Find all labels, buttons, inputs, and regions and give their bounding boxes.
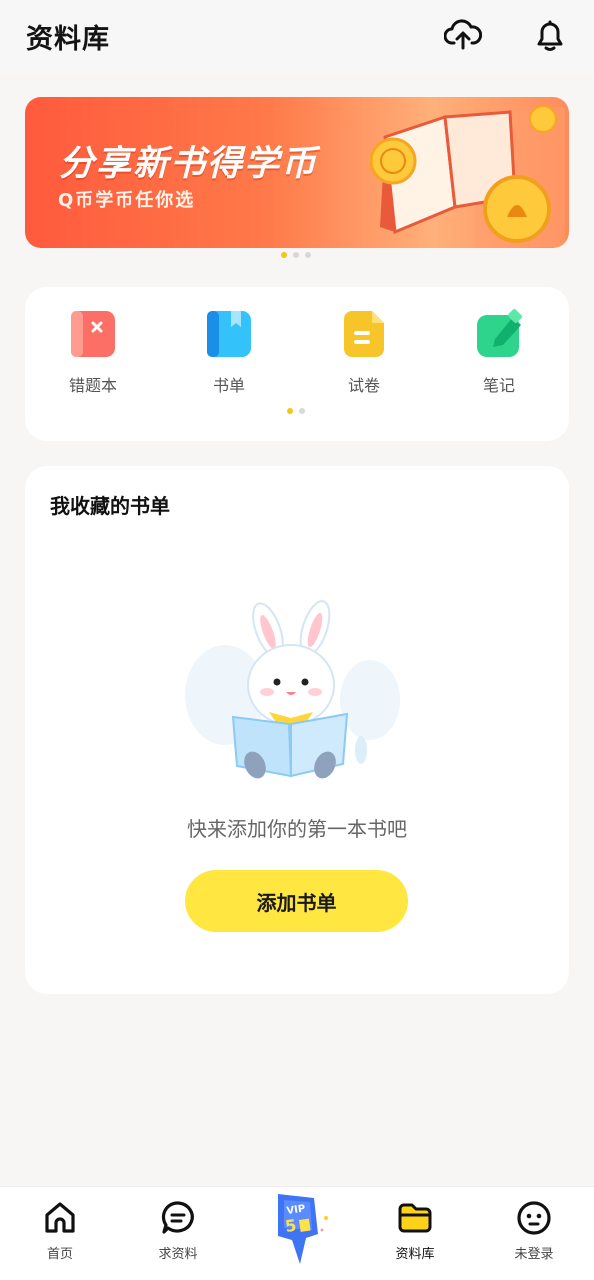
add-book-list-button[interactable]: 添加书单 xyxy=(185,870,408,932)
rabbit-reading-illustration xyxy=(185,600,400,779)
tab-library[interactable]: 资料库 xyxy=(375,1199,455,1262)
quick-item-book-list[interactable]: 书单 xyxy=(179,309,279,396)
tab-label: 首页 xyxy=(46,1247,73,1262)
tab-label: 资料库 xyxy=(395,1247,435,1262)
home-icon xyxy=(41,1199,79,1237)
tab-label: 求资料 xyxy=(158,1247,198,1262)
banner-subtitle: Q币学币任你选 xyxy=(58,190,196,211)
quick-item-note[interactable]: 笔记 xyxy=(449,309,549,396)
banner-dot-2[interactable] xyxy=(293,252,299,258)
exam-paper-icon xyxy=(340,309,388,361)
tab-label: 未登录 xyxy=(514,1247,554,1262)
quick-dot-1[interactable] xyxy=(287,408,293,414)
note-icon xyxy=(475,309,523,361)
banner-book-coins-illustration xyxy=(369,105,565,247)
quick-item-label: 错题本 xyxy=(68,376,117,395)
book-list-icon xyxy=(205,309,253,361)
quick-access-pagination xyxy=(287,408,305,414)
quick-access-card: 错题本 书单 试卷 笔记 xyxy=(25,287,569,441)
empty-state-text: 快来添加你的第一本书吧 xyxy=(187,817,407,841)
top-bar: 资料库 xyxy=(0,0,594,74)
quick-item-label: 笔记 xyxy=(482,376,515,395)
section-title: 我收藏的书单 xyxy=(50,494,170,518)
folder-icon xyxy=(396,1199,434,1237)
mistake-book-icon xyxy=(69,309,117,361)
quick-dot-2[interactable] xyxy=(299,408,305,414)
quick-item-label: 试卷 xyxy=(347,376,380,395)
quick-item-label: 书单 xyxy=(212,376,245,395)
tab-request-materials[interactable]: 求资料 xyxy=(138,1199,218,1262)
tab-home[interactable]: 首页 xyxy=(20,1199,100,1262)
page-title: 资料库 xyxy=(26,24,110,55)
cloud-upload-icon[interactable] xyxy=(443,16,483,54)
banner-dot-3[interactable] xyxy=(305,252,311,258)
tab-not-logged-in[interactable]: 未登录 xyxy=(494,1199,574,1262)
my-collected-book-lists-card: 我收藏的书单 快来添加你的第一本书吧 添加书单 xyxy=(25,466,569,994)
bell-icon[interactable] xyxy=(531,16,569,54)
vip-discount-icon[interactable]: VIP 5 xyxy=(270,1190,334,1274)
promo-banner[interactable]: 分享新书得学币 Q币学币任你选 xyxy=(25,97,569,248)
banner-title: 分享新书得学币 xyxy=(59,144,319,184)
chat-bubble-icon xyxy=(159,1199,197,1237)
user-face-icon xyxy=(515,1199,553,1237)
quick-item-mistake-book[interactable]: 错题本 xyxy=(43,309,143,396)
banner-pagination xyxy=(281,252,311,258)
quick-item-exam-paper[interactable]: 试卷 xyxy=(314,309,414,396)
banner-dot-1[interactable] xyxy=(281,252,287,258)
